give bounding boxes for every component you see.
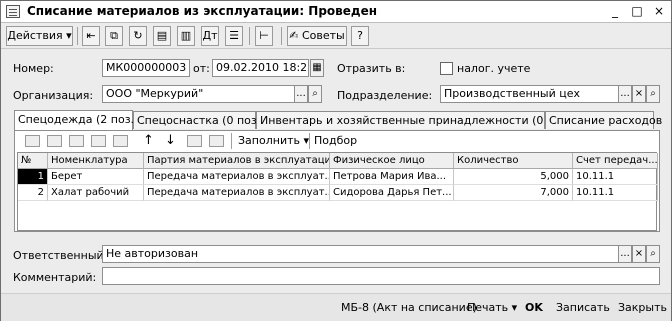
actions-menu-label: Действия: [7, 29, 63, 42]
advice-label: Советы: [301, 29, 345, 42]
table-header-person[interactable]: Физическое лицо: [330, 153, 454, 169]
copy-row-icon[interactable]: [47, 135, 62, 147]
row-quantity: 7,000: [454, 185, 573, 201]
row-item: Халат рабочий: [48, 185, 144, 201]
responsible-field[interactable]: Не авторизован: [102, 245, 632, 263]
number-field[interactable]: МК000000003: [102, 59, 190, 77]
toolbar-separator: [231, 133, 232, 149]
tax-accounting-checkbox[interactable]: [440, 62, 453, 75]
division-label: Подразделение:: [337, 89, 433, 102]
actions-menu-button[interactable]: Действия ▾: [6, 26, 73, 46]
workwear-panel: ↑ ↓ Заполнить ▾ Подбор № Номенклатура Па…: [14, 130, 660, 232]
document-icon: [6, 5, 20, 18]
main-toolbar: Действия ▾ ⇤ ⧉ ↻ ▤ ▥ Дт ☰ ⊢ ✍ Советы ?: [1, 23, 671, 49]
back-icon[interactable]: ⇤: [82, 26, 100, 46]
reflect-label: Отразить в:: [337, 62, 406, 75]
tabs: Спецодежда (2 поз.) Спецоснастка (0 поз.…: [14, 110, 662, 131]
responsible-label: Ответственный:: [13, 249, 108, 262]
table-header-batch[interactable]: Партия материалов в эксплуатации: [144, 153, 330, 169]
calendar-icon[interactable]: ▦: [310, 59, 324, 77]
table-header-number[interactable]: №: [18, 153, 48, 169]
fill-label: Заполнить: [238, 134, 300, 147]
structure-icon[interactable]: ⊢: [255, 26, 273, 46]
report-icon[interactable]: ☰: [225, 26, 243, 46]
toolbar-separator: [77, 27, 78, 45]
print-menu-button[interactable]: Печать ▾: [467, 298, 517, 318]
comment-label: Комментарий:: [13, 271, 97, 284]
division-clear-icon[interactable]: ×: [632, 85, 646, 103]
close-icon[interactable]: ×: [651, 4, 667, 19]
division-field[interactable]: Производственный цех: [440, 85, 619, 103]
row-person: Петрова Мария Ива...: [330, 169, 454, 185]
ok-button[interactable]: OK: [525, 298, 543, 318]
unpost-icon[interactable]: ▥: [177, 26, 195, 46]
debit-credit-icon[interactable]: Дт: [201, 26, 219, 46]
row-person: Сидорова Дарья Пет...: [330, 185, 454, 201]
responsible-clear-icon[interactable]: ×: [632, 245, 646, 263]
post-icon[interactable]: ▤: [153, 26, 171, 46]
tab-inventory[interactable]: Инвентарь и хозяйственные принадлежности…: [256, 111, 574, 129]
select-button[interactable]: Подбор: [314, 134, 357, 147]
date-field[interactable]: 09.02.2010 18:23:42: [212, 59, 309, 77]
move-up-icon[interactable]: ↑: [143, 133, 154, 148]
minimize-icon[interactable]: _: [607, 4, 623, 19]
comment-field[interactable]: [102, 267, 660, 285]
save-button[interactable]: Записать: [556, 298, 610, 318]
bottom-action-bar: МБ-8 (Акт на списание) Печать ▾ OK Запис…: [1, 293, 671, 321]
table-header-account[interactable]: Счет передач...: [573, 153, 658, 169]
table-toolbar: ↑ ↓ Заполнить ▾ Подбор: [17, 132, 657, 150]
tab-expense-write-off[interactable]: Списание расходов: [545, 111, 662, 129]
row-account: 10.11.1: [573, 169, 658, 185]
end-edit-icon[interactable]: [113, 135, 128, 147]
organization-search-icon[interactable]: ⌕: [308, 85, 322, 103]
add-row-icon[interactable]: [25, 135, 40, 147]
toolbar-separator: [309, 133, 310, 149]
organization-label: Организация:: [13, 89, 94, 102]
sort-asc-icon[interactable]: [187, 135, 202, 147]
tab-special-equipment[interactable]: Спецоснастка (0 поз.): [133, 111, 265, 129]
row-account: 10.11.1: [573, 185, 658, 201]
row-batch: Передача материалов в эксплуат...: [144, 185, 330, 201]
window-title: Списание материалов из эксплуатации: Про…: [27, 4, 378, 18]
division-search-icon[interactable]: ⌕: [646, 85, 660, 103]
tax-accounting-label: налог. учете: [457, 62, 531, 75]
delete-row-icon[interactable]: [91, 135, 106, 147]
copy-icon[interactable]: ⧉: [105, 26, 123, 46]
row-number: 1: [18, 169, 48, 185]
date-label: от:: [193, 62, 210, 75]
refresh-icon[interactable]: ↻: [129, 26, 147, 46]
tab-workwear[interactable]: Спецодежда (2 поз.): [14, 110, 138, 130]
number-label: Номер:: [13, 62, 54, 75]
move-down-icon[interactable]: ↓: [165, 133, 176, 148]
responsible-select-button[interactable]: ...: [618, 245, 632, 263]
organization-field[interactable]: ООО "Меркурий": [102, 85, 295, 103]
toolbar-separator: [249, 27, 250, 45]
fill-button[interactable]: Заполнить ▾: [238, 134, 309, 147]
row-batch: Передача материалов в эксплуат...: [144, 169, 330, 185]
mb8-print-button[interactable]: МБ-8 (Акт на списание): [341, 298, 477, 318]
maximize-icon[interactable]: □: [629, 4, 645, 19]
edit-row-icon[interactable]: [69, 135, 84, 147]
table-header-item[interactable]: Номенклатура: [48, 153, 144, 169]
row-quantity: 5,000: [454, 169, 573, 185]
sort-desc-icon[interactable]: [209, 135, 224, 147]
table-header-quantity[interactable]: Количество: [454, 153, 573, 169]
row-number: 2: [18, 185, 48, 201]
help-button[interactable]: ?: [351, 26, 369, 46]
title-bar: Списание материалов из эксплуатации: Про…: [1, 1, 671, 23]
print-label: Печать: [467, 301, 509, 314]
workwear-table[interactable]: № Номенклатура Партия материалов в экспл…: [17, 152, 658, 231]
division-select-button[interactable]: ...: [618, 85, 632, 103]
close-button[interactable]: Закрыть: [618, 298, 667, 318]
document-window: Списание материалов из эксплуатации: Про…: [0, 0, 672, 321]
responsible-search-icon[interactable]: ⌕: [646, 245, 660, 263]
advice-button[interactable]: ✍ Советы: [287, 26, 347, 46]
row-item: Берет: [48, 169, 144, 185]
organization-select-button[interactable]: ...: [294, 85, 308, 103]
toolbar-separator: [281, 27, 282, 45]
